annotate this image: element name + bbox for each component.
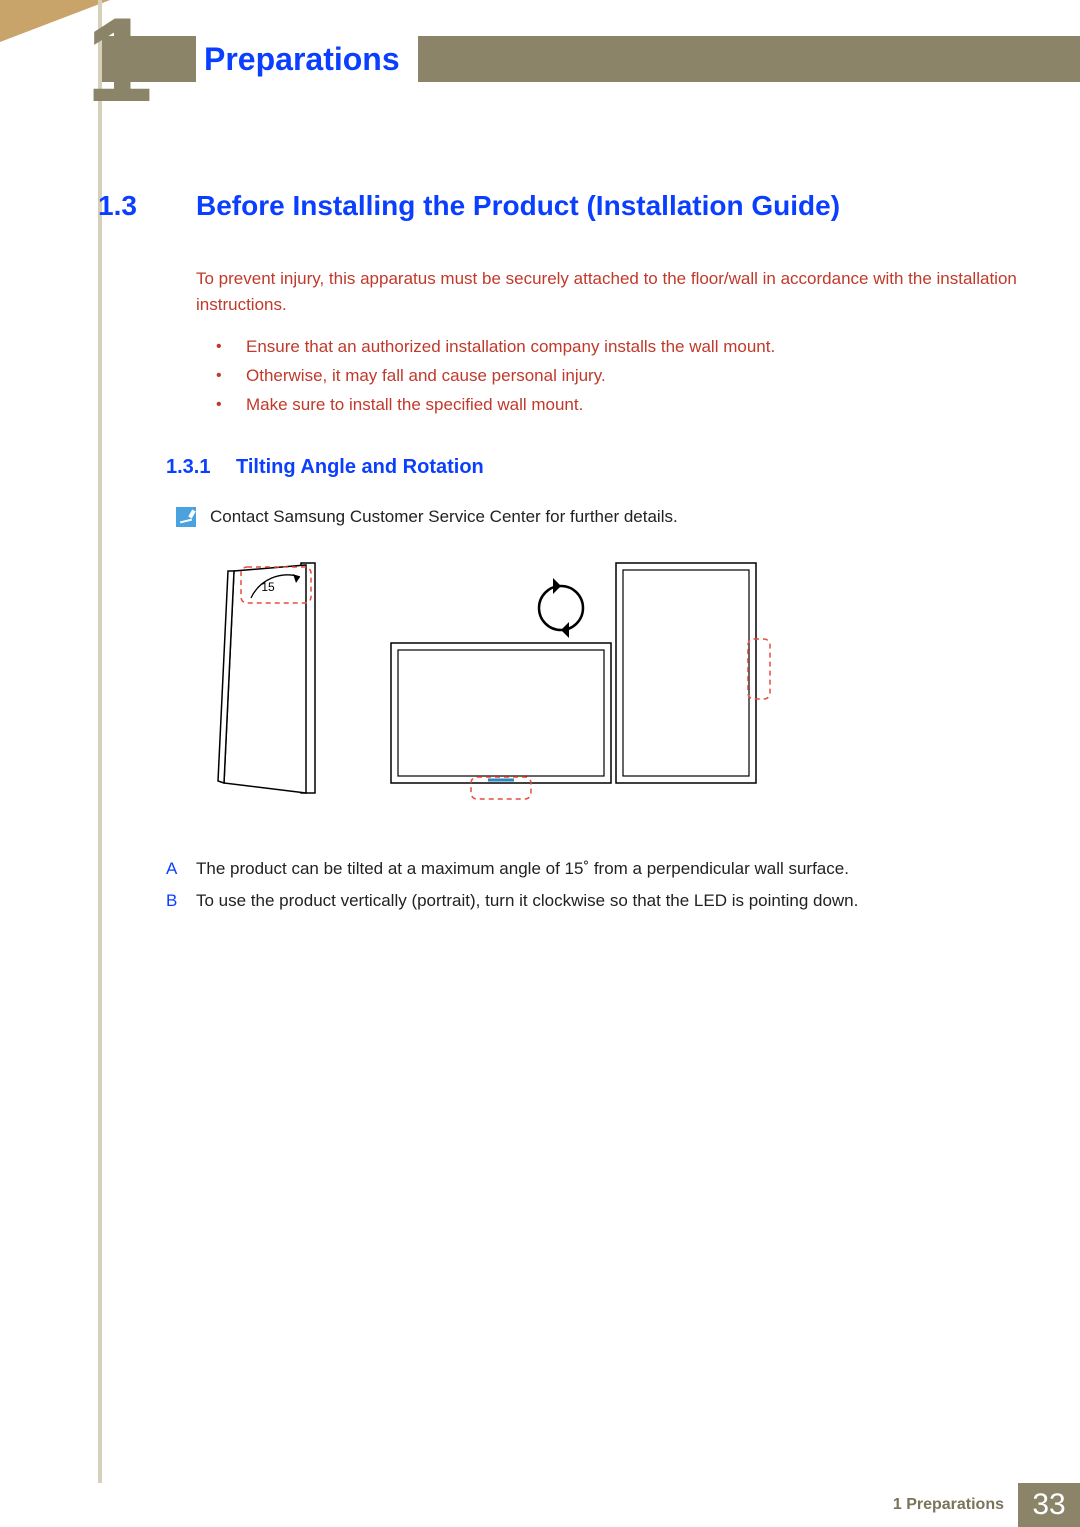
warning-bullet-list: Ensure that an authorized installation c… bbox=[216, 333, 1020, 420]
note-row: Contact Samsung Customer Service Center … bbox=[176, 507, 1020, 527]
warning-item: Make sure to install the specified wall … bbox=[216, 391, 1020, 420]
section-number: 1.3 bbox=[98, 190, 196, 222]
page-number: 33 bbox=[1018, 1483, 1080, 1527]
label-a: A bbox=[166, 853, 196, 885]
label-b: B bbox=[166, 885, 196, 917]
desc-b: To use the product vertically (portrait)… bbox=[196, 885, 858, 917]
list-item-b: B To use the product vertically (portrai… bbox=[166, 885, 1020, 917]
chapter-number: 1 bbox=[86, 0, 153, 120]
page-footer: 1 Preparations 33 bbox=[0, 1483, 1080, 1527]
note-text: Contact Samsung Customer Service Center … bbox=[210, 507, 678, 527]
warning-item: Ensure that an authorized installation c… bbox=[216, 333, 1020, 362]
subsection-number: 1.3.1 bbox=[166, 456, 236, 479]
footer-section-label: 1 Preparations bbox=[0, 1483, 1018, 1527]
subsection-heading: 1.3.1 Tilting Angle and Rotation bbox=[166, 456, 1020, 479]
desc-a: The product can be tilted at a maximum a… bbox=[196, 853, 849, 885]
intro-warning-text: To prevent injury, this apparatus must b… bbox=[196, 266, 1020, 317]
tilt-angle-label: 15 bbox=[261, 580, 275, 594]
tilt-rotation-diagram: 15 bbox=[196, 553, 836, 813]
ab-description-list: A The product can be tilted at a maximum… bbox=[166, 853, 1020, 918]
page-content: 1.3 Before Installing the Product (Insta… bbox=[98, 190, 1020, 917]
warning-item: Otherwise, it may fall and cause persona… bbox=[216, 362, 1020, 391]
chapter-title: Preparations bbox=[196, 36, 418, 82]
section-title: Before Installing the Product (Installat… bbox=[196, 190, 840, 222]
list-item-a: A The product can be tilted at a maximum… bbox=[166, 853, 1020, 885]
subsection-title: Tilting Angle and Rotation bbox=[236, 456, 484, 479]
section-heading: 1.3 Before Installing the Product (Insta… bbox=[98, 190, 1020, 222]
note-icon bbox=[176, 507, 196, 527]
